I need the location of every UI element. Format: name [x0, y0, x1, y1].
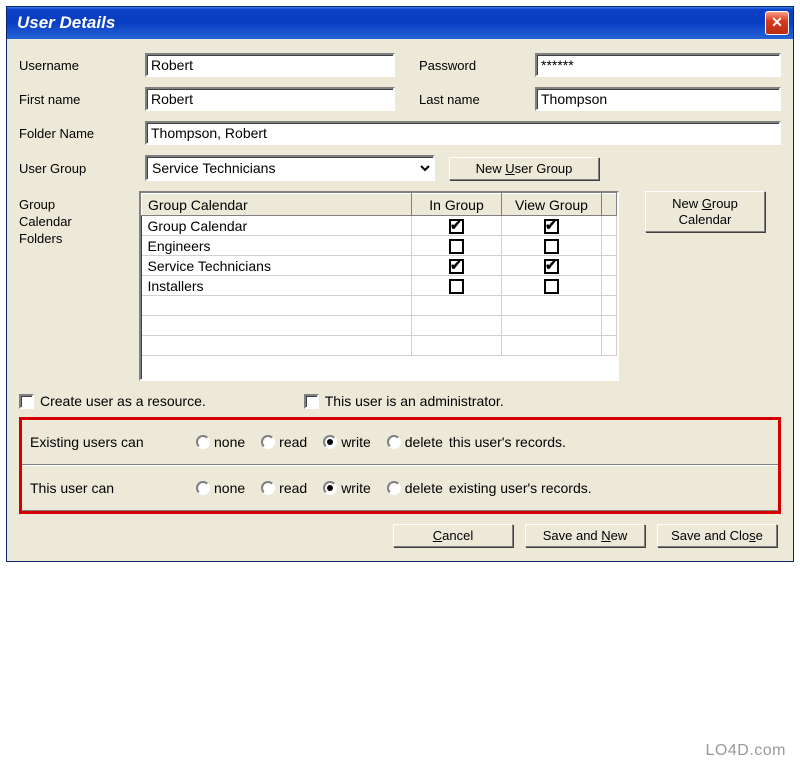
checkbox-row: Create user as a resource. This user is …: [19, 393, 781, 409]
row-name: First name Last name: [19, 87, 781, 111]
checkbox-icon[interactable]: [19, 394, 34, 409]
checkbox-icon[interactable]: [304, 394, 319, 409]
lastname-label: Last name: [419, 92, 529, 107]
checkbox-icon[interactable]: [449, 219, 464, 234]
checkbox-icon[interactable]: [449, 279, 464, 294]
dialog-window: User Details ✕ Username Password First n…: [6, 6, 794, 562]
grid-row[interactable]: Engineers: [142, 236, 617, 256]
group-calendar-folders-label: GroupCalendarFolders: [19, 191, 139, 248]
firstname-label: First name: [19, 92, 139, 107]
grid-row[interactable]: Group Calendar: [142, 216, 617, 236]
grid-cell-in[interactable]: [412, 216, 502, 236]
admin-checkbox[interactable]: This user is an administrator.: [304, 393, 504, 409]
radio-write[interactable]: write: [313, 434, 371, 450]
existing-users-permission: Existing users can none read write delet…: [22, 420, 778, 465]
thisuser-suffix: existing user's records.: [449, 480, 592, 496]
existing-suffix: this user's records.: [449, 434, 566, 450]
col-group-calendar[interactable]: Group Calendar: [142, 194, 412, 216]
grid-cell-view[interactable]: [502, 256, 602, 276]
grid-cell-view[interactable]: [502, 276, 602, 296]
dialog-buttons: Cancel Save and New Save and Close: [19, 514, 781, 551]
password-input[interactable]: [535, 53, 781, 77]
row-username-password: Username Password: [19, 53, 781, 77]
watermark: LO4D.com: [706, 742, 786, 760]
grid-header-row: Group Calendar In Group View Group: [142, 194, 617, 216]
radio-read[interactable]: read: [251, 434, 307, 450]
permissions-panel: Existing users can none read write delet…: [19, 417, 781, 514]
lastname-input[interactable]: [535, 87, 781, 111]
radio-delete[interactable]: delete: [377, 480, 443, 496]
checkbox-icon[interactable]: [544, 239, 559, 254]
checkbox-icon[interactable]: [544, 219, 559, 234]
cancel-button[interactable]: Cancel: [393, 524, 513, 547]
checkbox-icon[interactable]: [449, 259, 464, 274]
grid-cell-name: Service Technicians: [142, 256, 412, 276]
checkbox-icon[interactable]: [449, 239, 464, 254]
folder-input[interactable]: [145, 121, 781, 145]
grid-cell-name: Group Calendar: [142, 216, 412, 236]
radio-none[interactable]: none: [186, 434, 245, 450]
save-and-new-button[interactable]: Save and New: [525, 524, 645, 547]
existing-label: Existing users can: [30, 434, 180, 450]
grid-cell-in[interactable]: [412, 256, 502, 276]
group-calendar-section: GroupCalendarFolders Group Calendar In G…: [19, 191, 781, 381]
client-area: Username Password First name Last name F…: [7, 39, 793, 561]
window-title: User Details: [17, 13, 765, 33]
grid-cell-name: Engineers: [142, 236, 412, 256]
thisuser-label: This user can: [30, 480, 180, 496]
radio-delete[interactable]: delete: [377, 434, 443, 450]
grid-row[interactable]: Service Technicians: [142, 256, 617, 276]
grid-cell-view[interactable]: [502, 236, 602, 256]
username-label: Username: [19, 58, 139, 73]
create-resource-checkbox[interactable]: Create user as a resource.: [19, 393, 206, 409]
radio-read[interactable]: read: [251, 480, 307, 496]
save-and-close-button[interactable]: Save and Close: [657, 524, 777, 547]
checkbox-icon[interactable]: [544, 279, 559, 294]
grid-cell-in[interactable]: [412, 236, 502, 256]
usergroup-label: User Group: [19, 161, 139, 176]
close-button[interactable]: ✕: [765, 11, 789, 35]
usergroup-select[interactable]: Service Technicians: [145, 155, 435, 181]
this-user-permission: This user can none read write delete exi…: [22, 465, 778, 511]
new-group-calendar-button[interactable]: New GroupCalendar: [645, 191, 765, 232]
row-usergroup: User Group Service Technicians New User …: [19, 155, 781, 181]
grid-cell-in[interactable]: [412, 276, 502, 296]
checkbox-icon[interactable]: [544, 259, 559, 274]
grid-cell-view[interactable]: [502, 216, 602, 236]
col-view-group[interactable]: View Group: [502, 194, 602, 216]
titlebar: User Details ✕: [7, 7, 793, 39]
row-folder: Folder Name: [19, 121, 781, 145]
group-calendar-grid[interactable]: Group Calendar In Group View Group Group…: [139, 191, 619, 381]
new-user-group-button[interactable]: New User Group: [449, 157, 599, 180]
grid-row[interactable]: Installers: [142, 276, 617, 296]
firstname-input[interactable]: [145, 87, 395, 111]
folder-label: Folder Name: [19, 126, 139, 141]
radio-write[interactable]: write: [313, 480, 371, 496]
username-input[interactable]: [145, 53, 395, 77]
col-in-group[interactable]: In Group: [412, 194, 502, 216]
password-label: Password: [419, 58, 529, 73]
grid-cell-name: Installers: [142, 276, 412, 296]
radio-none[interactable]: none: [186, 480, 245, 496]
col-spacer: [602, 194, 617, 216]
